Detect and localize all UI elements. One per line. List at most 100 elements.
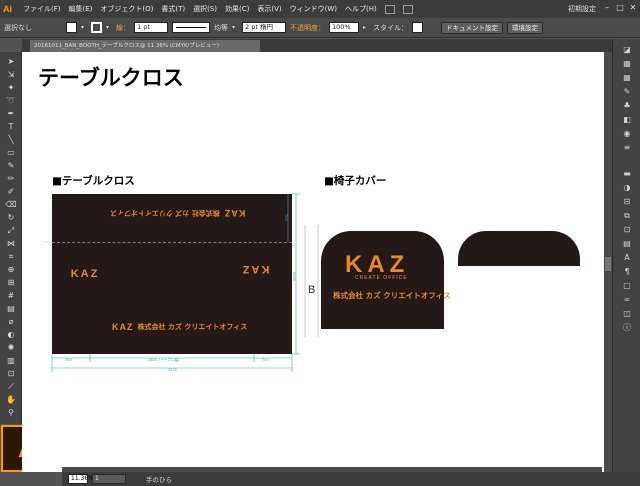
document-setup-button[interactable]: ドキュメント設定 [441, 21, 503, 34]
rectangle-tool-icon[interactable]: ▭ [4, 147, 18, 158]
vertical-scrollbar[interactable] [604, 52, 612, 472]
links-icon[interactable]: ∞ [621, 295, 633, 305]
stroke-weight-field[interactable]: 1 pt [134, 22, 168, 33]
scale-tool-icon[interactable]: ⤢ [4, 225, 18, 236]
brush-field[interactable]: 2 pt 楕円 [242, 22, 286, 33]
paragraph-icon[interactable]: ¶ [621, 267, 633, 277]
stroke-swatch[interactable] [91, 22, 102, 33]
chevron-down-icon[interactable]: ▾ [232, 24, 238, 32]
workspace-switcher[interactable]: 初期設定 [568, 4, 596, 14]
arrange-documents-icon[interactable] [402, 4, 413, 14]
shape-builder-tool-icon[interactable]: ⊕ [4, 264, 18, 275]
opacity-field[interactable]: 100% [329, 22, 359, 33]
stroke-profile-label: 均等 [214, 23, 228, 32]
zoom-field[interactable]: 11.36% [68, 474, 94, 484]
close-icon[interactable]: ✕ [628, 3, 638, 13]
transparency-icon[interactable]: ◑ [621, 183, 633, 193]
type-tool-icon[interactable]: T [4, 121, 18, 132]
paintbrush-tool-icon[interactable]: ✎ [4, 160, 18, 171]
brushes-icon[interactable]: ✎ [621, 87, 633, 97]
menu-type[interactable]: 書式(T) [157, 4, 189, 14]
info-icon[interactable]: ⓘ [621, 323, 633, 333]
pen-tool-icon[interactable]: ✒ [4, 108, 18, 119]
direct-selection-tool-icon[interactable]: ⇲ [4, 69, 18, 80]
chair-cover-back[interactable] [458, 231, 580, 266]
appearance-icon[interactable]: ◉ [621, 129, 633, 139]
document-tab[interactable]: 20161011_BAN_BOOTH_テーブルクロス@ 11.36% (CMYK… [30, 40, 260, 52]
artboard-tool-icon[interactable]: ⊡ [4, 368, 18, 379]
pathfinder-icon[interactable]: ⧉ [621, 211, 633, 221]
window-controls: – □ ✕ [602, 3, 638, 13]
menu-select[interactable]: 選択(S) [189, 4, 221, 14]
current-tool-label: 手のひら [146, 476, 172, 484]
magic-wand-tool-icon[interactable]: ✦ [4, 82, 18, 93]
free-transform-tool-icon[interactable]: ⌗ [4, 251, 18, 262]
stroke-label[interactable]: 線： [116, 23, 130, 33]
dim-top: 700 [284, 214, 288, 221]
menu-window[interactable]: ウィンドウ(W) [286, 4, 341, 14]
eyedropper-tool-icon[interactable]: ⌀ [4, 316, 18, 327]
swatches-icon[interactable]: ▦ [621, 73, 633, 83]
chevron-right-icon[interactable]: ▸ [363, 24, 369, 32]
line-tool-icon[interactable]: ╲ [4, 134, 18, 145]
color-panel-icon[interactable]: ◪ [621, 45, 633, 55]
eraser-tool-icon[interactable]: ⌫ [4, 199, 18, 210]
perspective-grid-tool-icon[interactable]: ⊞ [4, 277, 18, 288]
color-guide-icon[interactable]: ▦ [621, 59, 633, 69]
status-bar: 11.36% 1 手のひら [62, 472, 640, 486]
mesh-tool-icon[interactable]: # [4, 290, 18, 301]
create-office-text: CREATE OFFICE [355, 275, 408, 281]
width-tool-icon[interactable]: ⋈ [4, 238, 18, 249]
artboard-nav-field[interactable]: 1 [92, 474, 126, 484]
layers-icon[interactable]: ▤ [621, 239, 633, 249]
chevron-down-icon[interactable]: ▾ [81, 24, 87, 32]
navigator-icon[interactable]: ◫ [621, 309, 633, 319]
transform-icon[interactable]: ⊡ [621, 225, 633, 235]
dim-mid: 1800（テーブル幅） [148, 358, 182, 362]
illustrator-window: Ai ファイル(F) 編集(E) オブジェクト(O) 書式(T) 選択(S) 効… [0, 0, 640, 486]
selection-tool-icon[interactable]: ➤ [4, 56, 18, 67]
menu-file[interactable]: ファイル(F) [19, 4, 65, 14]
rotate-tool-icon[interactable]: ↻ [4, 212, 18, 223]
blob-brush-tool-icon[interactable]: ✐ [4, 186, 18, 197]
style-label: スタイル： [373, 23, 408, 32]
scroll-thumb[interactable] [605, 257, 611, 271]
fill-swatch[interactable] [66, 22, 77, 33]
stroke-profile-preview[interactable] [172, 22, 210, 33]
gradient-tool-icon[interactable]: ▤ [4, 303, 18, 314]
bridge-icon[interactable] [384, 4, 395, 14]
menu-effect[interactable]: 効果(C) [221, 4, 253, 14]
dimension-b-label: B [308, 284, 316, 296]
company-name: 株式会社 カズ クリエイトオフィス [333, 291, 451, 300]
dim-height: 2000 [292, 272, 296, 281]
opacity-label[interactable]: 不透明度： [290, 23, 325, 33]
graphic-styles-icon[interactable]: ◧ [621, 115, 633, 125]
character-icon[interactable]: A [621, 253, 633, 263]
hand-tool-icon[interactable]: ✋ [4, 394, 18, 405]
document-tab-bar: 20161011_BAN_BOOTH_テーブルクロス@ 11.36% (CMYK… [22, 39, 612, 52]
menu-object[interactable]: オブジェクト(O) [96, 4, 157, 14]
lasso-tool-icon[interactable]: ➰ [4, 95, 18, 106]
maximize-icon[interactable]: □ [615, 3, 625, 13]
gradient-panel-icon[interactable]: ▬ [621, 169, 633, 179]
symbol-sprayer-tool-icon[interactable]: ✺ [4, 342, 18, 353]
artboards-icon[interactable]: ▢ [621, 281, 633, 291]
chevron-down-icon[interactable]: ▾ [106, 24, 112, 32]
symbols-icon[interactable]: ♣ [621, 101, 633, 111]
artboard-canvas[interactable]: テーブルクロス ■テーブルクロス ■椅子カバー KAZ 株式会社 カズ クリエイ… [22, 52, 604, 472]
pencil-tool-icon[interactable]: ✏ [4, 173, 18, 184]
zoom-tool-icon[interactable]: ⚲ [4, 407, 18, 418]
minimize-icon[interactable]: – [602, 3, 612, 13]
slice-tool-icon[interactable]: ⟋ [4, 381, 18, 392]
blend-tool-icon[interactable]: ◐ [4, 329, 18, 340]
graph-tool-icon[interactable]: ▥ [4, 355, 18, 366]
control-bar: 選択なし ▾ ▾ 線： 1 pt 均等 ▾ 2 pt 楕円 不透明度： 100%… [0, 18, 640, 38]
menu-help[interactable]: ヘルプ(H) [341, 4, 381, 14]
align-icon[interactable]: ⊟ [621, 197, 633, 207]
preferences-button[interactable]: 環境設定 [507, 21, 543, 34]
menu-view[interactable]: 表示(V) [253, 4, 285, 14]
chair-cover-front[interactable]: KAZ CREATE OFFICE 株式会社 カズ クリエイトオフィス [321, 231, 451, 329]
stroke-panel-icon[interactable]: ≡ [621, 143, 633, 153]
style-swatch[interactable] [412, 22, 423, 33]
menu-edit[interactable]: 編集(E) [65, 4, 97, 14]
